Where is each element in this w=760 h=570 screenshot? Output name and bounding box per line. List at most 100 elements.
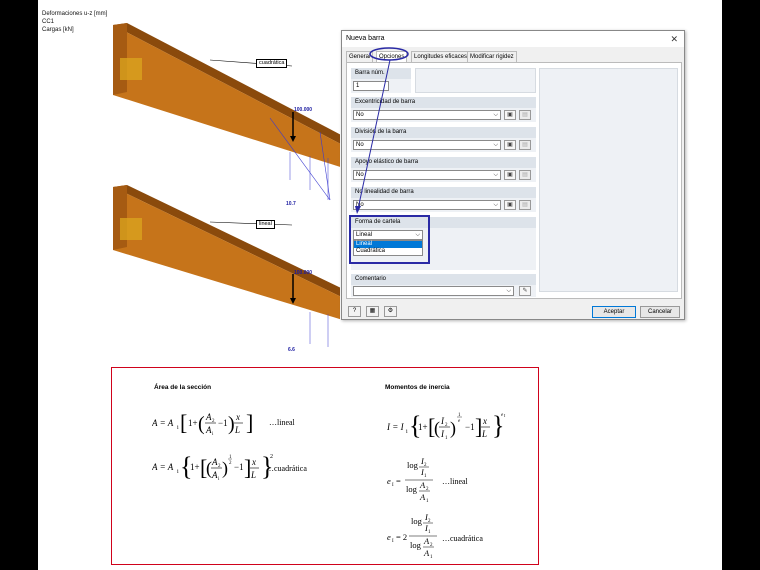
svg-text:L: L [481,429,487,439]
svg-text:−1: −1 [218,418,228,428]
new-division-icon[interactable]: ▣ [504,140,516,150]
svg-text:A: A [419,480,426,490]
svg-text:1+: 1+ [188,418,198,428]
svg-text:A = A: A = A [152,462,174,472]
svg-text:1: 1 [458,413,461,418]
formula-box: Área de la sección Momentos de inercia A… [111,367,539,565]
svg-text:1: 1 [426,499,429,504]
svg-text:1: 1 [445,436,448,441]
svg-text:1+: 1+ [418,422,428,432]
new-elastic-support-icon[interactable]: ▣ [504,170,516,180]
svg-text:I: I [504,413,506,418]
new-nonlinearity-icon[interactable]: ▣ [504,200,516,210]
svg-text:1: 1 [424,474,427,479]
svg-text:x: x [235,412,240,422]
svg-text:2: 2 [229,461,232,466]
chevron-down-icon: ⌵ [493,202,498,208]
svg-text:A: A [211,457,218,467]
inertia-heading: Momentos de inercia [385,384,450,391]
svg-text:A: A [423,536,430,546]
chevron-down-icon: ⌵ [493,142,498,148]
edit-nonlinearity-icon[interactable]: ▤ [519,200,531,210]
svg-text:L: L [234,425,240,435]
svg-text:L: L [250,470,256,480]
settings-icon[interactable]: ⚙ [384,306,397,317]
beam-bottom-load-value: 100.000 [294,270,313,276]
svg-text:[: [ [180,410,187,435]
svg-text:): ) [222,458,228,479]
chevron-down-icon: ⌵ [506,288,511,294]
svg-text:e: e [458,419,461,424]
svg-text:1: 1 [428,530,431,535]
beam-linear-3d [113,185,340,347]
svg-text:log: log [410,540,422,550]
svg-text:A = A: A = A [152,418,174,428]
load-arrow-bottom-icon [290,274,296,304]
svg-text:=: = [396,476,401,486]
svg-text:I: I [392,539,394,544]
options-preview-panel [539,68,678,292]
svg-text:A: A [423,548,430,558]
beam-bottom-deflection-value: 6.6 [288,347,295,353]
svg-text:e: e [387,532,391,542]
exponent-linear-suffix: …lineal [442,477,468,486]
svg-text:A: A [205,412,212,422]
svg-text:i: i [218,477,220,482]
new-eccentricity-icon[interactable]: ▣ [504,110,516,120]
svg-text:log: log [406,484,418,494]
svg-text:−1: −1 [234,462,244,472]
svg-text:2: 2 [270,454,273,460]
area-linear-suffix: …lineal [269,418,295,427]
svg-text:I = I: I = I [387,422,405,432]
svg-text:x: x [251,457,256,467]
svg-text:1: 1 [229,455,232,460]
edit-comment-icon[interactable]: ✎ [519,286,531,296]
svg-text:log: log [407,460,419,470]
callout-overlay [355,47,409,214]
svg-text:1: 1 [430,555,433,560]
document-page: Deformaciones u-z [mm] CC1 Cargas [kN] c… [38,0,722,570]
ok-button[interactable]: Aceptar [592,306,636,318]
edit-eccentricity-icon[interactable]: ▤ [519,110,531,120]
svg-text:I: I [392,483,394,488]
viewport-result-type: Deformaciones u-z [mm] [42,11,108,17]
beam-bottom-label: lineal [256,220,275,229]
area-linear-formula: A = Ai [ 1+ ( A2 Ai −1 ) [152,410,235,437]
viewport-load-units: Cargas [kN] [42,27,74,33]
svg-text:x: x [482,416,487,426]
svg-text:i: i [177,425,179,431]
beam-top-load-value: 100.000 [294,107,313,113]
close-icon[interactable]: ✕ [670,31,678,47]
svg-text:]: ] [246,410,253,435]
units-icon[interactable]: ▦ [366,306,379,317]
svg-text:A: A [205,425,212,435]
cancel-button[interactable]: Cancelar [640,306,680,318]
svg-text:log: log [411,516,423,526]
svg-text:(: ( [434,418,440,439]
area-quadratic-suffix: …cuadrática [266,464,307,473]
help-icon[interactable]: ? [348,306,361,317]
tab-modify-stiffness[interactable]: Modificar rigidez [467,51,517,62]
svg-text:i: i [177,469,179,475]
comment-input[interactable]: ⌵ [353,286,514,296]
area-linear-formula-tail: x L ] [234,410,253,435]
svg-text:i: i [406,429,408,435]
viewport-load-case: CC1 [42,19,55,25]
beam-top-label: cuadrática [256,59,288,68]
area-heading: Área de la sección [154,384,212,391]
svg-text:1+: 1+ [190,462,200,472]
edit-division-icon[interactable]: ▤ [519,140,531,150]
svg-text:A: A [419,492,426,502]
exponent-quadratic-suffix: …cuadrática [442,534,483,543]
svg-text:e: e [387,476,391,486]
svg-text:= 2: = 2 [396,532,407,542]
inertia-formula: I = Ii { 1+ [ ( I2 I1 ) 1 e −1 ] x L } e… [387,411,506,441]
svg-text:A: A [211,470,218,480]
edit-elastic-support-icon[interactable]: ▤ [519,170,531,180]
svg-text:(: ( [198,413,205,435]
chevron-down-icon: ⌵ [493,172,498,178]
svg-text:−1: −1 [465,422,475,432]
dialog-title: Nueva barra [346,35,385,42]
svg-text:i: i [212,432,214,437]
load-arrow-top-icon [290,112,296,142]
